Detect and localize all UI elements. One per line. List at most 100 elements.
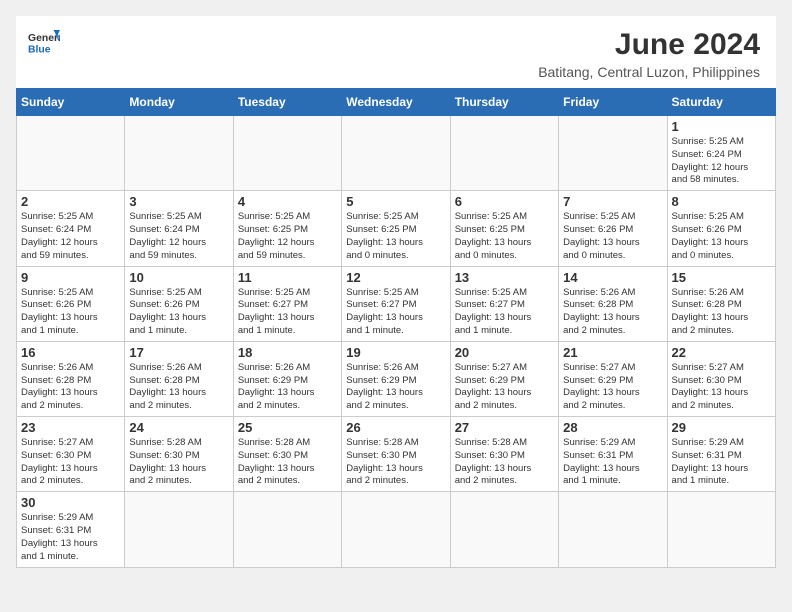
day-info: Sunrise: 5:27 AMSunset: 6:29 PMDaylight:… xyxy=(455,362,554,413)
calendar-cell: 5 Sunrise: 5:25 AMSunset: 6:25 PMDaylight… xyxy=(342,191,450,266)
calendar-cell: 29Sunrise: 5:29 AMSunset: 6:31 PMDayligh… xyxy=(667,417,775,492)
calendar-cell: 17 Sunrise: 5:26 AMSunset: 6:28 PMDayligh… xyxy=(125,341,233,416)
calendar-cell: 22 Sunrise: 5:27 AMSunset: 6:30 PMDayligh… xyxy=(667,341,775,416)
calendar-cell: 13 Sunrise: 5:25 AMSunset: 6:27 PMDayligh… xyxy=(450,266,558,341)
day-number: 30 xyxy=(21,495,120,510)
day-info: Sunrise: 5:27 AMSunset: 6:29 PMDaylight:… xyxy=(563,362,662,413)
day-info: Sunrise: 5:27 AMSunset: 6:30 PMDaylight:… xyxy=(21,437,120,488)
calendar-cell xyxy=(125,492,233,567)
calendar-cell xyxy=(342,492,450,567)
day-number: 6 xyxy=(455,194,554,209)
weekday-header-wednesday: Wednesday xyxy=(342,89,450,116)
day-number: 16 xyxy=(21,345,120,360)
day-info: Sunrise: 5:26 AMSunset: 6:28 PMDaylight:… xyxy=(672,287,771,338)
weekday-header-thursday: Thursday xyxy=(450,89,558,116)
calendar-cell xyxy=(125,116,233,191)
day-info: Sunrise: 5:25 AMSunset: 6:24 PMDaylight:… xyxy=(129,211,228,262)
day-info: Sunrise: 5:28 AMSunset: 6:30 PMDaylight:… xyxy=(129,437,228,488)
day-number: 25 xyxy=(238,420,337,435)
day-number: 14 xyxy=(563,270,662,285)
day-info: Sunrise: 5:26 AMSunset: 6:29 PMDaylight:… xyxy=(346,362,445,413)
day-info: Sunrise: 5:25 AMSunset: 6:27 PMDaylight:… xyxy=(238,287,337,338)
calendar-cell: 1 Sunrise: 5:25 AMSunset: 6:24 PMDaylight… xyxy=(667,116,775,191)
svg-text:Blue: Blue xyxy=(28,44,51,55)
calendar-week-row: 2 Sunrise: 5:25 AMSunset: 6:24 PMDaylight… xyxy=(17,191,776,266)
day-info: Sunrise: 5:25 AMSunset: 6:26 PMDaylight:… xyxy=(129,287,228,338)
day-info: Sunrise: 5:25 AMSunset: 6:25 PMDaylight:… xyxy=(455,211,554,262)
day-number: 17 xyxy=(129,345,228,360)
day-info: Sunrise: 5:25 AMSunset: 6:25 PMDaylight:… xyxy=(346,211,445,262)
day-number: 2 xyxy=(21,194,120,209)
day-info: Sunrise: 5:26 AMSunset: 6:28 PMDaylight:… xyxy=(129,362,228,413)
day-number: 18 xyxy=(238,345,337,360)
day-info: Sunrise: 5:28 AMSunset: 6:30 PMDaylight:… xyxy=(238,437,337,488)
day-info: Sunrise: 5:25 AMSunset: 6:26 PMDaylight:… xyxy=(672,211,771,262)
calendar-cell xyxy=(667,492,775,567)
day-number: 4 xyxy=(238,194,337,209)
calendar-cell: 2 Sunrise: 5:25 AMSunset: 6:24 PMDaylight… xyxy=(17,191,125,266)
day-info: Sunrise: 5:28 AMSunset: 6:30 PMDaylight:… xyxy=(455,437,554,488)
day-number: 5 xyxy=(346,194,445,209)
calendar-cell: 20 Sunrise: 5:27 AMSunset: 6:29 PMDayligh… xyxy=(450,341,558,416)
weekday-header-saturday: Saturday xyxy=(667,89,775,116)
calendar-cell: 26Sunrise: 5:28 AMSunset: 6:30 PMDayligh… xyxy=(342,417,450,492)
day-info: Sunrise: 5:26 AMSunset: 6:29 PMDaylight:… xyxy=(238,362,337,413)
day-number: 24 xyxy=(129,420,228,435)
day-number: 11 xyxy=(238,270,337,285)
day-number: 1 xyxy=(672,119,771,134)
calendar-cell: 3 Sunrise: 5:25 AMSunset: 6:24 PMDaylight… xyxy=(125,191,233,266)
calendar-cell: 15Sunrise: 5:26 AMSunset: 6:28 PMDayligh… xyxy=(667,266,775,341)
calendar-cell: 21 Sunrise: 5:27 AMSunset: 6:29 PMDayligh… xyxy=(559,341,667,416)
calendar-cell: 24 Sunrise: 5:28 AMSunset: 6:30 PMDayligh… xyxy=(125,417,233,492)
day-number: 12 xyxy=(346,270,445,285)
calendar-cell: 28Sunrise: 5:29 AMSunset: 6:31 PMDayligh… xyxy=(559,417,667,492)
calendar-week-row: 23 Sunrise: 5:27 AMSunset: 6:30 PMDayligh… xyxy=(17,417,776,492)
calendar-cell: 16 Sunrise: 5:26 AMSunset: 6:28 PMDayligh… xyxy=(17,341,125,416)
calendar-cell: 9Sunrise: 5:25 AMSunset: 6:26 PMDaylight… xyxy=(17,266,125,341)
calendar-week-row: 9 Sunrise: 5:25 AMSunset: 6:26 PMDaylight… xyxy=(17,266,776,341)
day-number: 29 xyxy=(672,420,771,435)
day-info: Sunrise: 5:26 AMSunset: 6:28 PMDaylight:… xyxy=(563,287,662,338)
day-number: 20 xyxy=(455,345,554,360)
day-number: 22 xyxy=(672,345,771,360)
month-year-title: June 2024 xyxy=(538,28,760,62)
calendar-cell: 27 Sunrise: 5:28 AMSunset: 6:30 PMDayligh… xyxy=(450,417,558,492)
day-info: Sunrise: 5:27 AMSunset: 6:30 PMDaylight:… xyxy=(672,362,771,413)
day-number: 8 xyxy=(672,194,771,209)
calendar-week-row: 16 Sunrise: 5:26 AMSunset: 6:28 PMDayligh… xyxy=(17,341,776,416)
calendar-cell xyxy=(559,492,667,567)
day-info: Sunrise: 5:25 AMSunset: 6:24 PMDaylight:… xyxy=(672,136,771,187)
day-number: 27 xyxy=(455,420,554,435)
day-info: Sunrise: 5:25 AMSunset: 6:26 PMDaylight:… xyxy=(563,211,662,262)
calendar-cell: 7 Sunrise: 5:25 AMSunset: 6:26 PMDaylight… xyxy=(559,191,667,266)
calendar-cell: 30Sunrise: 5:29 AMSunset: 6:31 PMDayligh… xyxy=(17,492,125,567)
svg-text:General: General xyxy=(28,33,60,44)
calendar-cell: 6 Sunrise: 5:25 AMSunset: 6:25 PMDaylight… xyxy=(450,191,558,266)
calendar-cell: 25 Sunrise: 5:28 AMSunset: 6:30 PMDayligh… xyxy=(233,417,341,492)
day-number: 21 xyxy=(563,345,662,360)
day-number: 7 xyxy=(563,194,662,209)
calendar-cell xyxy=(342,116,450,191)
calendar-cell: 23 Sunrise: 5:27 AMSunset: 6:30 PMDayligh… xyxy=(17,417,125,492)
calendar-cell: 14 Sunrise: 5:26 AMSunset: 6:28 PMDayligh… xyxy=(559,266,667,341)
calendar-table: SundayMondayTuesdayWednesdayThursdayFrid… xyxy=(16,88,776,568)
weekday-header-sunday: Sunday xyxy=(17,89,125,116)
day-number: 23 xyxy=(21,420,120,435)
day-info: Sunrise: 5:25 AMSunset: 6:24 PMDaylight:… xyxy=(21,211,120,262)
calendar-cell: 10Sunrise: 5:25 AMSunset: 6:26 PMDayligh… xyxy=(125,266,233,341)
day-number: 13 xyxy=(455,270,554,285)
weekday-header-monday: Monday xyxy=(125,89,233,116)
day-info: Sunrise: 5:25 AMSunset: 6:25 PMDaylight:… xyxy=(238,211,337,262)
logo: General Blue xyxy=(28,28,60,56)
day-info: Sunrise: 5:29 AMSunset: 6:31 PMDaylight:… xyxy=(563,437,662,488)
calendar-cell xyxy=(450,116,558,191)
generalblue-logo-icon: General Blue xyxy=(28,28,60,56)
weekday-header-tuesday: Tuesday xyxy=(233,89,341,116)
day-number: 3 xyxy=(129,194,228,209)
calendar-cell xyxy=(17,116,125,191)
weekday-header-row: SundayMondayTuesdayWednesdayThursdayFrid… xyxy=(17,89,776,116)
day-number: 9 xyxy=(21,270,120,285)
day-info: Sunrise: 5:26 AMSunset: 6:28 PMDaylight:… xyxy=(21,362,120,413)
day-info: Sunrise: 5:25 AMSunset: 6:27 PMDaylight:… xyxy=(455,287,554,338)
title-block: June 2024 Batitang, Central Luzon, Phili… xyxy=(538,28,760,80)
